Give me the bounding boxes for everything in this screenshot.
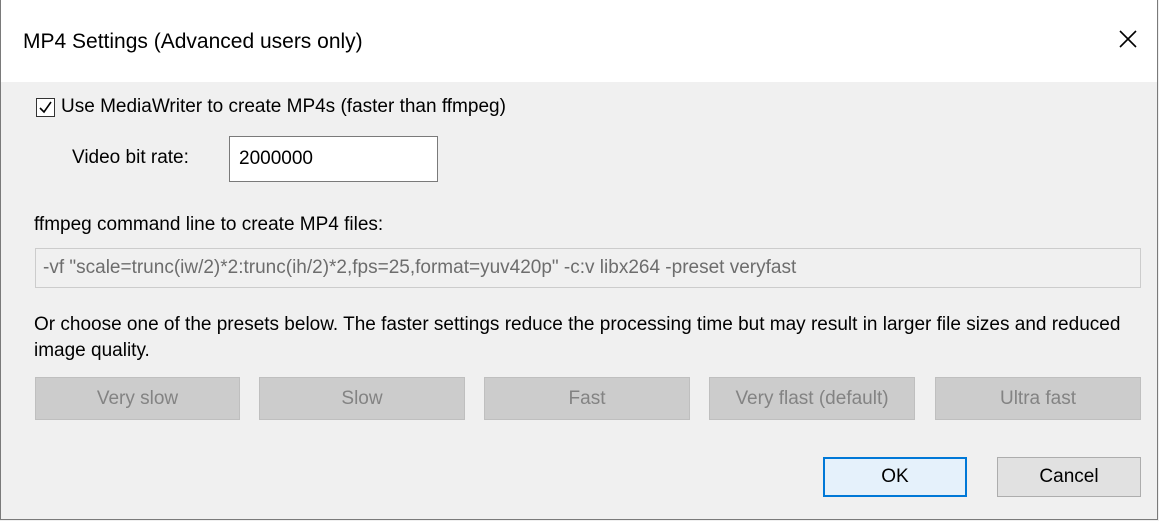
mediawriter-checkbox[interactable] xyxy=(36,97,55,117)
mediawriter-label: Use MediaWriter to create MP4s (faster t… xyxy=(61,96,506,117)
checkmark-icon xyxy=(39,101,52,113)
presets-description: Or choose one of the presets below. The … xyxy=(34,314,1121,361)
cancel-button[interactable]: Cancel xyxy=(997,457,1141,497)
ffmpeg-command-input[interactable] xyxy=(35,248,1141,288)
ffmpeg-command-label: ffmpeg command line to create MP4 files: xyxy=(34,214,384,235)
preset-very-slow-button[interactable]: Very slow xyxy=(35,377,240,420)
dialog-title: MP4 Settings (Advanced users only) xyxy=(23,30,363,53)
close-button[interactable] xyxy=(1099,10,1157,68)
close-icon xyxy=(1119,30,1137,48)
title-bar: MP4 Settings (Advanced users only) xyxy=(1,0,1157,82)
preset-buttons: Very slow Slow Fast Very flast (default)… xyxy=(35,377,1141,420)
preset-ultra-fast-button[interactable]: Ultra fast xyxy=(935,377,1141,420)
preset-fast-button[interactable]: Fast xyxy=(484,377,690,420)
ok-button[interactable]: OK xyxy=(823,457,967,497)
mp4-settings-dialog: MP4 Settings (Advanced users only) Use M… xyxy=(0,0,1158,520)
mediawriter-option[interactable]: Use MediaWriter to create MP4s (faster t… xyxy=(36,96,506,118)
video-bit-rate-label: Video bit rate: xyxy=(72,147,189,168)
preset-slow-button[interactable]: Slow xyxy=(259,377,465,420)
video-bit-rate-input[interactable] xyxy=(229,136,438,182)
preset-very-fast-button[interactable]: Very flast (default) xyxy=(709,377,915,420)
